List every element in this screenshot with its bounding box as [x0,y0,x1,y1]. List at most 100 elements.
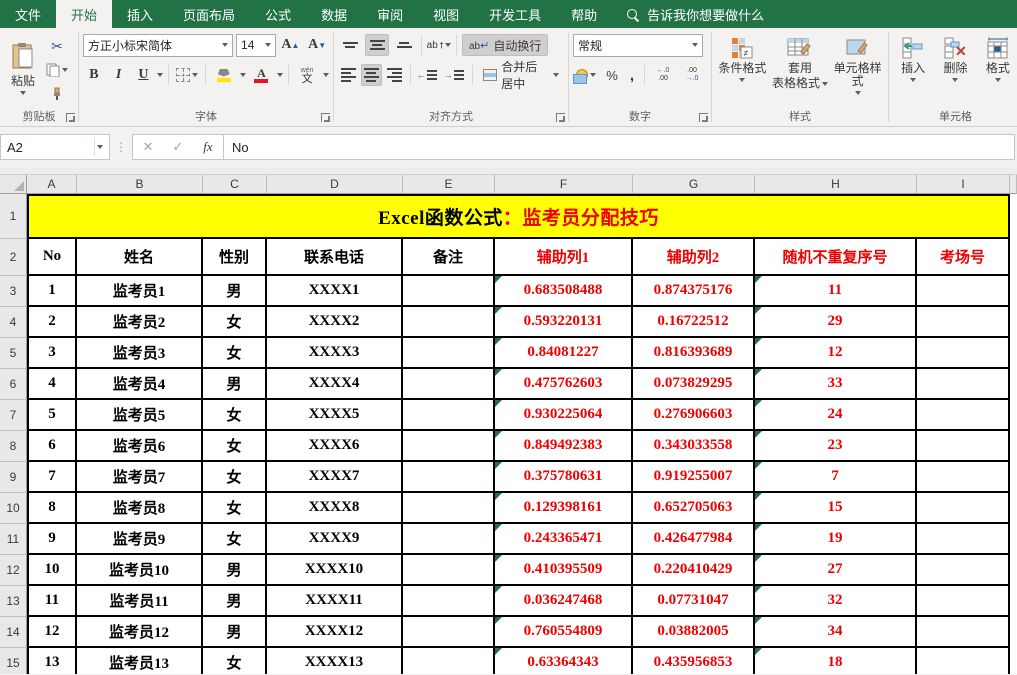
cell-G10[interactable]: 0.652705063 [633,493,755,524]
cell-H9[interactable]: 7 [755,462,917,493]
cell-I3[interactable] [917,276,1010,307]
cell-I12[interactable] [917,555,1010,586]
cell-B8[interactable]: 监考员6 [77,431,203,462]
cell-H15[interactable]: 18 [755,648,917,674]
shrink-font-button[interactable]: A▼ [305,34,329,56]
cell-A10[interactable]: 8 [27,493,77,524]
ribbon-tab-4[interactable]: 公式 [250,0,306,28]
cell-D12[interactable]: XXXX10 [267,555,403,586]
cell-B4[interactable]: 监考员2 [77,307,203,338]
cell-C5[interactable]: 女 [203,338,267,369]
ribbon-tab-3[interactable]: 页面布局 [168,0,250,28]
row-header-7[interactable]: 7 [0,400,27,431]
cell-I13[interactable] [917,586,1010,617]
comma-style-button[interactable]: , [625,64,639,86]
cell-D14[interactable]: XXXX12 [267,617,403,648]
cell-F3[interactable]: 0.683508488 [495,276,633,307]
increase-decimal-button[interactable]: ←.0.00 [650,64,676,86]
cell-E9[interactable] [403,462,495,493]
cell-D8[interactable]: XXXX6 [267,431,403,462]
cell-G8[interactable]: 0.343033558 [633,431,755,462]
column-header-F[interactable]: F [495,175,633,194]
number-dialog-launcher[interactable] [699,113,708,122]
cell-A11[interactable]: 9 [27,524,77,555]
column-header-C[interactable]: C [203,175,267,194]
cell-I15[interactable] [917,648,1010,674]
formula-input[interactable]: No [224,134,1015,160]
cell-E8[interactable] [403,431,495,462]
ribbon-tab-9[interactable]: 帮助 [556,0,612,28]
cell-B9[interactable]: 监考员7 [77,462,203,493]
cell-F8[interactable]: 0.849492383 [495,431,633,462]
header-cell-4[interactable]: 备注 [403,239,495,276]
cell-B15[interactable]: 监考员13 [77,648,203,674]
cell-F6[interactable]: 0.475762603 [495,369,633,400]
row-header-15[interactable]: 15 [0,648,27,674]
ribbon-tab-8[interactable]: 开发工具 [474,0,556,28]
cell-G15[interactable]: 0.435956853 [633,648,755,674]
cut-button[interactable]: ✂ [44,36,70,56]
cell-B3[interactable]: 监考员1 [77,276,203,307]
row-header-6[interactable]: 6 [0,369,27,400]
cell-H10[interactable]: 15 [755,493,917,524]
cell-I8[interactable] [917,431,1010,462]
cell-B14[interactable]: 监考员12 [77,617,203,648]
cell-F14[interactable]: 0.760554809 [495,617,633,648]
cell-A3[interactable]: 1 [27,276,77,307]
row-header-8[interactable]: 8 [0,431,27,462]
cell-C10[interactable]: 女 [203,493,267,524]
cell-A6[interactable]: 4 [27,369,77,400]
cell-H12[interactable]: 27 [755,555,917,586]
cell-styles-button[interactable]: 单元格样式 [831,32,884,104]
header-cell-3[interactable]: 联系电话 [267,239,403,276]
header-cell-8[interactable]: 考场号 [917,239,1010,276]
cell-H7[interactable]: 24 [755,400,917,431]
cell-F4[interactable]: 0.593220131 [495,307,633,338]
cell-B10[interactable]: 监考员8 [77,493,203,524]
align-bottom-button[interactable] [392,34,416,56]
cell-B6[interactable]: 监考员4 [77,369,203,400]
align-center-button[interactable] [361,64,381,86]
grow-font-button[interactable]: A▲ [279,34,303,56]
row-header-1[interactable]: 1 [0,194,27,239]
cell-D3[interactable]: XXXX1 [267,276,403,307]
cell-E11[interactable] [403,524,495,555]
cell-E14[interactable] [403,617,495,648]
name-box[interactable]: A2 [0,134,110,160]
cell-G7[interactable]: 0.276906603 [633,400,755,431]
select-all-button[interactable] [0,175,27,194]
cancel-button[interactable]: ✕ [133,135,163,159]
cell-G9[interactable]: 0.919255007 [633,462,755,493]
font-name-combo[interactable]: 方正小标宋简体 [83,34,233,57]
cell-C11[interactable]: 女 [203,524,267,555]
font-color-button[interactable]: A [249,64,275,86]
cell-I9[interactable] [917,462,1010,493]
cell-E15[interactable] [403,648,495,674]
cell-D7[interactable]: XXXX5 [267,400,403,431]
align-left-button[interactable] [338,64,358,86]
format-as-table-button[interactable]: 套用 表格格式 [771,32,829,104]
cell-C6[interactable]: 男 [203,369,267,400]
cell-A5[interactable]: 3 [27,338,77,369]
italic-button[interactable]: I [108,64,130,86]
header-cell-5[interactable]: 辅助列1 [495,239,633,276]
cell-A7[interactable]: 5 [27,400,77,431]
column-header-B[interactable]: B [77,175,203,194]
column-header-H[interactable]: H [755,175,917,194]
cell-E5[interactable] [403,338,495,369]
cell-G6[interactable]: 0.073829295 [633,369,755,400]
cell-D10[interactable]: XXXX8 [267,493,403,524]
cell-F7[interactable]: 0.930225064 [495,400,633,431]
cell-C3[interactable]: 男 [203,276,267,307]
cell-I11[interactable] [917,524,1010,555]
font-dialog-launcher[interactable] [321,113,330,122]
cell-H4[interactable]: 29 [755,307,917,338]
cell-E7[interactable] [403,400,495,431]
cell-D13[interactable]: XXXX11 [267,586,403,617]
insert-function-button[interactable]: fx [193,135,223,159]
cell-H14[interactable]: 34 [755,617,917,648]
cell-D4[interactable]: XXXX2 [267,307,403,338]
underline-button[interactable]: U [133,64,155,86]
cell-I14[interactable] [917,617,1010,648]
cell-C8[interactable]: 女 [203,431,267,462]
